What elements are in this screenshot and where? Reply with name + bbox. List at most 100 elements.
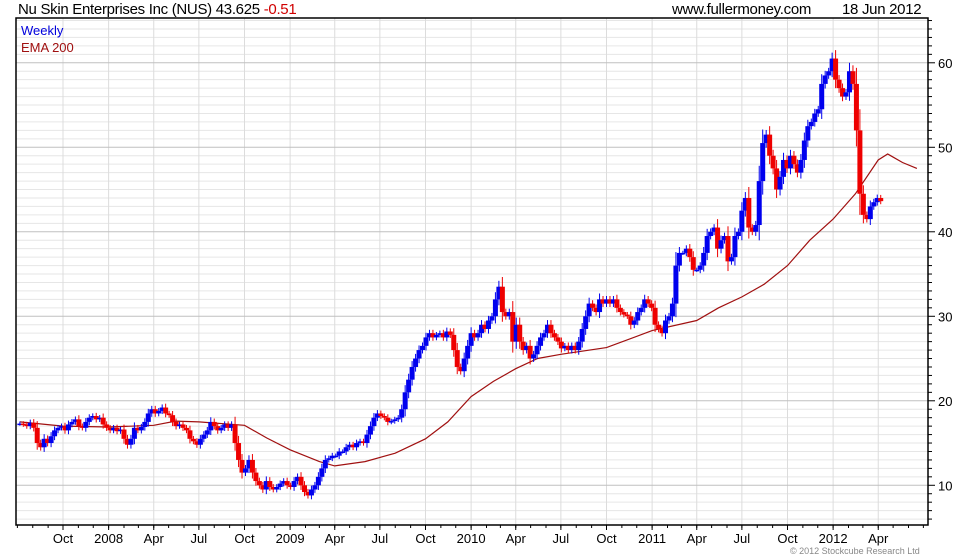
candle-body (392, 419, 398, 422)
candle-body (420, 345, 426, 351)
candle-body (812, 113, 818, 122)
candle-body (617, 307, 623, 313)
candle-body (308, 489, 314, 496)
x-tick-label: Jul (553, 531, 570, 546)
candle-body (673, 265, 679, 304)
x-tick-label: Jul (372, 531, 389, 546)
plot-frame (15, 17, 929, 526)
candle-body (732, 236, 738, 258)
candle-body (201, 434, 207, 439)
candle-body (83, 421, 89, 428)
candle-body (687, 248, 693, 258)
candle-body (489, 316, 495, 321)
candle-body (333, 455, 339, 458)
candle-body (770, 155, 776, 169)
candle-body (128, 438, 134, 445)
candle-body (583, 316, 589, 329)
candle-body (315, 476, 321, 486)
candle-body (614, 299, 620, 308)
candle-body (267, 481, 273, 487)
candle-body (197, 438, 203, 445)
candle-body (65, 424, 71, 431)
candle-body (666, 316, 672, 321)
candle-body (638, 307, 644, 313)
candle-body (624, 314, 630, 317)
x-tick-label: Oct (777, 531, 798, 546)
candle-body (388, 421, 394, 423)
candle-body (728, 257, 734, 262)
x-tick-label: Jul (191, 531, 208, 546)
candle-body (808, 121, 814, 127)
candle (163, 403, 169, 418)
candle-body (253, 472, 259, 482)
candle-body (819, 83, 825, 110)
candle-body (183, 427, 189, 431)
candle-body (138, 426, 144, 431)
candle-body (145, 413, 151, 422)
candle-body (156, 410, 162, 414)
candle-body (402, 392, 408, 410)
candle-body (454, 350, 460, 367)
candle-body (656, 324, 662, 329)
candle (385, 414, 391, 426)
y-tick-label: 30 (938, 309, 952, 324)
candle-body (52, 430, 58, 437)
x-tick-label: Jul (734, 531, 751, 546)
candle-body (249, 459, 255, 473)
candle-body (48, 436, 54, 444)
candle-body (399, 409, 405, 418)
candle-body (590, 303, 596, 308)
candle-body (367, 426, 373, 435)
candle-body (378, 413, 384, 416)
candle-body (69, 421, 75, 425)
candle-body (531, 354, 537, 359)
legend-entry: Weekly (21, 23, 64, 38)
candle-body (777, 176, 783, 190)
candle-body (416, 350, 422, 359)
candle-body (739, 210, 745, 232)
candle-body (538, 337, 544, 346)
candle-body (576, 341, 582, 351)
candle-body (645, 299, 651, 304)
candle-body (517, 324, 523, 342)
candle-body (413, 358, 419, 367)
candle-body (867, 206, 873, 220)
x-tick-label: Apr (506, 531, 527, 546)
candle-body (340, 451, 346, 453)
candle-body (55, 427, 61, 431)
ema-200-line (19, 153, 918, 467)
candle-body (860, 193, 866, 215)
candle-body (34, 427, 40, 444)
y-tick-label: 50 (938, 140, 952, 155)
x-tick-label: 2009 (276, 531, 305, 546)
candle-body (326, 458, 332, 460)
candle-body (735, 231, 741, 237)
candle-body (801, 140, 807, 160)
candle-body (236, 443, 242, 460)
candle-body (676, 252, 682, 266)
candle-body (204, 430, 210, 435)
candle-body (187, 430, 193, 439)
x-tick-label: 2011 (638, 531, 666, 546)
candle-body (218, 427, 224, 431)
x-tick-label: Apr (144, 531, 165, 546)
candle-body (291, 481, 297, 487)
candle (597, 293, 603, 318)
candle-body (31, 422, 37, 428)
price-chart: Oct 2008 Apr Jul Oct 2009 Apr Jul Oct 2010 Apr Jul O… (15, 17, 952, 546)
candle-body (423, 337, 429, 346)
candle-body (850, 71, 856, 84)
candle-body (649, 303, 655, 308)
candle-body (857, 130, 863, 194)
candle-body (756, 181, 762, 226)
candle-body (298, 476, 304, 486)
candle-body (170, 415, 176, 422)
x-tick-label: 2008 (94, 531, 123, 546)
y-tick-label: 10 (938, 478, 952, 493)
candle-body (746, 197, 752, 228)
candle-body (406, 379, 412, 393)
candle-body (409, 366, 415, 380)
candle-body (555, 337, 561, 342)
candle-body (485, 320, 491, 329)
candle-body (826, 71, 832, 76)
